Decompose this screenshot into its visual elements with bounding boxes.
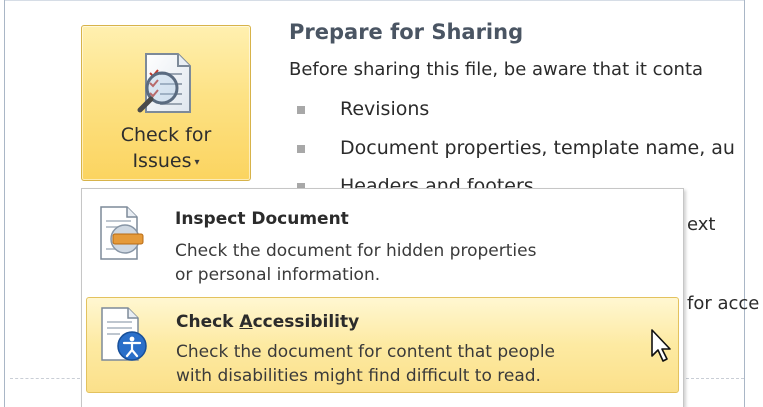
bullet-square-icon [297,106,305,114]
inspect-document-icon [100,206,144,260]
bullet-square-icon [297,145,305,153]
check-for-issues-menu: Inspect Document Check the document for … [81,188,684,407]
right-frame-border [744,0,745,407]
dropdown-caret-icon: ▾ [194,157,200,168]
menu-item-inspect-document[interactable]: Inspect Document Check the document for … [86,195,679,295]
inspect-document-description: Check the document for hidden properties… [175,241,537,285]
check-accessibility-description: Check the document for content that peop… [176,342,555,386]
partial-text-for-acce: for acce [687,293,760,314]
checklist-icon [137,53,191,113]
separator-dashed-left [10,378,80,379]
mouse-pointer-icon [651,329,671,362]
partial-text-ext: ext [687,214,716,235]
accelerator-key: A [239,312,253,332]
left-frame-border [4,0,5,407]
check-for-issues-label: Check for Issues ▾ [120,124,212,172]
check-accessibility-title: Check Accessibility [176,312,360,332]
menu-item-check-accessibility[interactable]: Check Accessibility Check the document f… [86,297,679,393]
accessibility-icon [101,307,147,361]
check-for-issues-button[interactable]: Check for Issues ▾ [81,25,251,181]
inspect-document-title: Inspect Document [175,209,349,229]
